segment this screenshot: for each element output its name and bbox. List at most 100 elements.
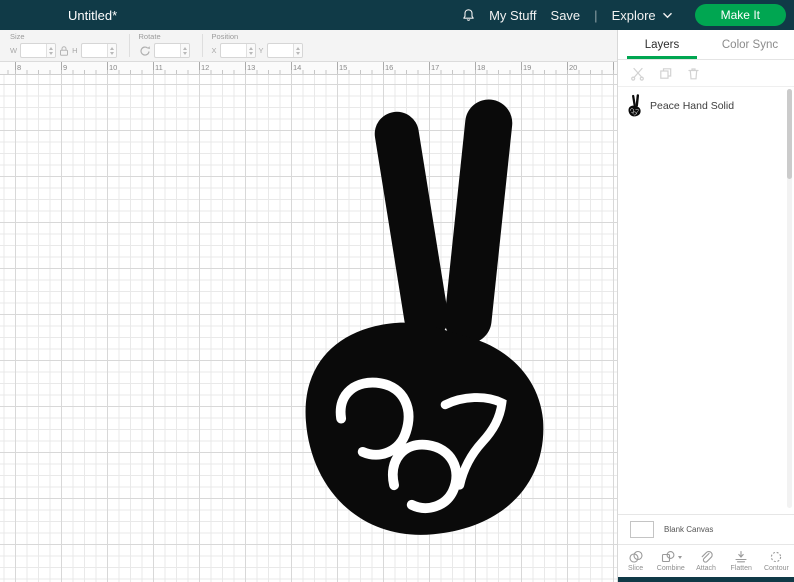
position-group: Position X Y	[210, 30, 308, 61]
height-value	[82, 50, 107, 51]
ruler-tick-label: 13	[247, 63, 256, 72]
flatten-label: Flatten	[730, 565, 752, 572]
top-bar: Untitled* My Stuff Save | Explore Make I…	[0, 0, 794, 30]
rotate-icon[interactable]	[139, 45, 151, 57]
position-x-stepper[interactable]	[245, 44, 255, 57]
layer-item[interactable]: Peace Hand Solid	[618, 87, 794, 124]
ruler-tick-label: 8	[17, 63, 22, 72]
slice-tool-button[interactable]: Slice	[618, 545, 653, 577]
position-x-value	[221, 50, 246, 51]
rotate-stepper[interactable]	[179, 44, 189, 57]
ruler-tick-label: 11	[155, 63, 163, 72]
ruler-tick-label: 17	[431, 63, 440, 72]
notifications-bell-icon[interactable]	[462, 8, 475, 22]
rotate-label: Rotate	[138, 32, 161, 41]
height-label: H	[72, 46, 78, 55]
combine-dropdown-caret	[677, 555, 682, 559]
position-x-input[interactable]	[219, 43, 256, 58]
width-value	[21, 50, 46, 51]
design-app-window: Untitled* My Stuff Save | Explore Make I…	[0, 0, 794, 582]
scrollbar-thumb[interactable]	[787, 89, 792, 179]
slice-icon	[628, 550, 644, 564]
design-canvas[interactable]	[0, 75, 617, 582]
height-input[interactable]	[80, 43, 117, 58]
bottom-bar	[618, 577, 794, 582]
step-up-arrow	[182, 46, 187, 50]
toolbar-divider	[201, 34, 203, 57]
tab-layers-label: Layers	[644, 38, 680, 51]
chevron-down-icon	[662, 12, 673, 19]
attach-icon	[698, 550, 714, 564]
duplicate-icon[interactable]	[658, 66, 673, 81]
slice-label: Slice	[628, 565, 644, 572]
panel-scrollbar[interactable]	[787, 89, 792, 508]
step-down-arrow	[248, 51, 253, 55]
rotate-input[interactable]	[153, 43, 190, 58]
save-link[interactable]: Save	[551, 8, 581, 23]
size-group: Size W H	[8, 30, 122, 61]
ruler-tick-label: 19	[523, 63, 532, 72]
x-label: X	[211, 46, 217, 55]
ruler-tick-label: 12	[201, 63, 210, 72]
layer-thumbnail-peace-hand	[628, 94, 641, 117]
contour-label: Contour	[763, 565, 789, 572]
size-label: Size	[10, 32, 25, 41]
step-down-arrow	[182, 51, 187, 55]
blank-canvas-row[interactable]: Blank Canvas	[618, 514, 794, 544]
top-bar-nav: My Stuff Save | Explore Make It	[462, 4, 794, 26]
position-label: Position	[211, 32, 239, 41]
contour-icon	[768, 550, 784, 564]
height-stepper[interactable]	[106, 44, 116, 57]
blank-canvas-label: Blank Canvas	[664, 525, 714, 534]
trash-icon[interactable]	[686, 66, 701, 81]
canvas-shape-peace-hand[interactable]	[298, 93, 548, 548]
nav-separator: |	[594, 7, 598, 23]
step-down-arrow	[109, 51, 114, 55]
layer-actions-bar: Slice Combine Attach Flatten Contour	[618, 544, 794, 577]
ruler-tick-label: 10	[109, 63, 118, 72]
step-up-arrow	[109, 46, 114, 50]
position-y-stepper[interactable]	[292, 44, 302, 57]
flatten-icon	[733, 550, 749, 564]
project-title[interactable]: Untitled*	[68, 8, 117, 23]
horizontal-ruler: 8 9 10 11 12 13 14 15 16 17 18 19 20	[0, 61, 617, 75]
layer-name: Peace Hand Solid	[650, 99, 735, 112]
step-up-arrow	[295, 46, 300, 50]
ruler-tick-label: 16	[385, 63, 394, 72]
step-up-arrow	[49, 46, 54, 50]
toolbar-divider	[128, 34, 130, 57]
explore-menu[interactable]: Explore	[612, 8, 673, 23]
position-y-input[interactable]	[266, 43, 303, 58]
peace-hand-graphic	[298, 93, 548, 548]
contour-tool-button[interactable]: Contour	[759, 545, 794, 577]
edit-toolbar: Size W H Rotate Position X Y	[0, 30, 617, 62]
ruler-tick-label: 18	[477, 63, 486, 72]
tab-color-sync[interactable]: Color Sync	[706, 30, 794, 59]
explore-label: Explore	[611, 7, 656, 23]
step-up-arrow	[248, 46, 253, 50]
width-input[interactable]	[20, 43, 57, 58]
lock-aspect-icon[interactable]	[59, 45, 69, 57]
ruler-tick-label: 15	[339, 63, 348, 72]
my-stuff-link[interactable]: My Stuff	[489, 8, 536, 23]
step-down-arrow	[295, 51, 300, 55]
rotate-group: Rotate	[137, 30, 195, 61]
layers-toolbar	[618, 60, 794, 87]
ruler-tick-label: 14	[293, 63, 302, 72]
scissors-icon[interactable]	[630, 66, 645, 81]
combine-icon	[660, 550, 676, 564]
ruler-tick-label: 20	[569, 63, 578, 72]
tab-layers[interactable]: Layers	[618, 30, 706, 59]
layers-panel: Layers Color Sync Peace Hand Solid Blank…	[617, 30, 794, 582]
make-it-button[interactable]: Make It	[694, 4, 786, 26]
width-label: W	[10, 46, 18, 55]
canvas-color-swatch[interactable]	[630, 521, 654, 538]
combine-tool-button[interactable]: Combine	[653, 545, 688, 577]
width-stepper[interactable]	[46, 44, 56, 57]
position-y-value	[268, 50, 293, 51]
flatten-tool-button[interactable]: Flatten	[724, 545, 759, 577]
attach-tool-button[interactable]: Attach	[688, 545, 723, 577]
rotate-value	[155, 50, 180, 51]
y-label: Y	[258, 46, 264, 55]
combine-label: Combine	[656, 565, 685, 572]
